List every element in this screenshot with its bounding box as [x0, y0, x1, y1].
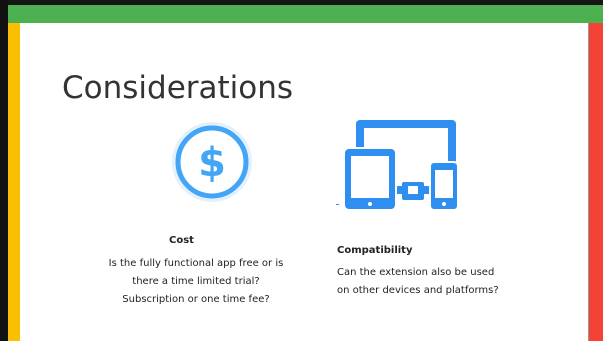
slide: Considerations $ Cost Is the fully funct…: [0, 0, 603, 341]
devices-icon: [336, 120, 459, 211]
left-accent-bar: [8, 23, 20, 341]
slide-title: Considerations: [62, 70, 294, 106]
left-border: [0, 0, 8, 341]
svg-text:$: $: [198, 140, 226, 186]
compatibility-line: on other devices and platforms?: [337, 285, 499, 296]
cost-line: there a time limited trial?: [132, 276, 260, 287]
cost-heading: Cost: [169, 235, 194, 246]
cost-line: Is the fully functional app free or is: [108, 258, 284, 269]
compatibility-line: Can the extension also be used: [337, 267, 495, 278]
compatibility-description: Can the extension also be used on other …: [337, 264, 499, 300]
cost-line: Subscription or one time fee?: [122, 294, 270, 305]
top-border-line: [0, 0, 603, 5]
right-accent-bar: [589, 23, 603, 341]
cost-description: Is the fully functional app free or is t…: [76, 255, 316, 309]
dollar-circle-icon: $: [172, 122, 252, 202]
compatibility-heading: Compatibility: [337, 245, 413, 256]
